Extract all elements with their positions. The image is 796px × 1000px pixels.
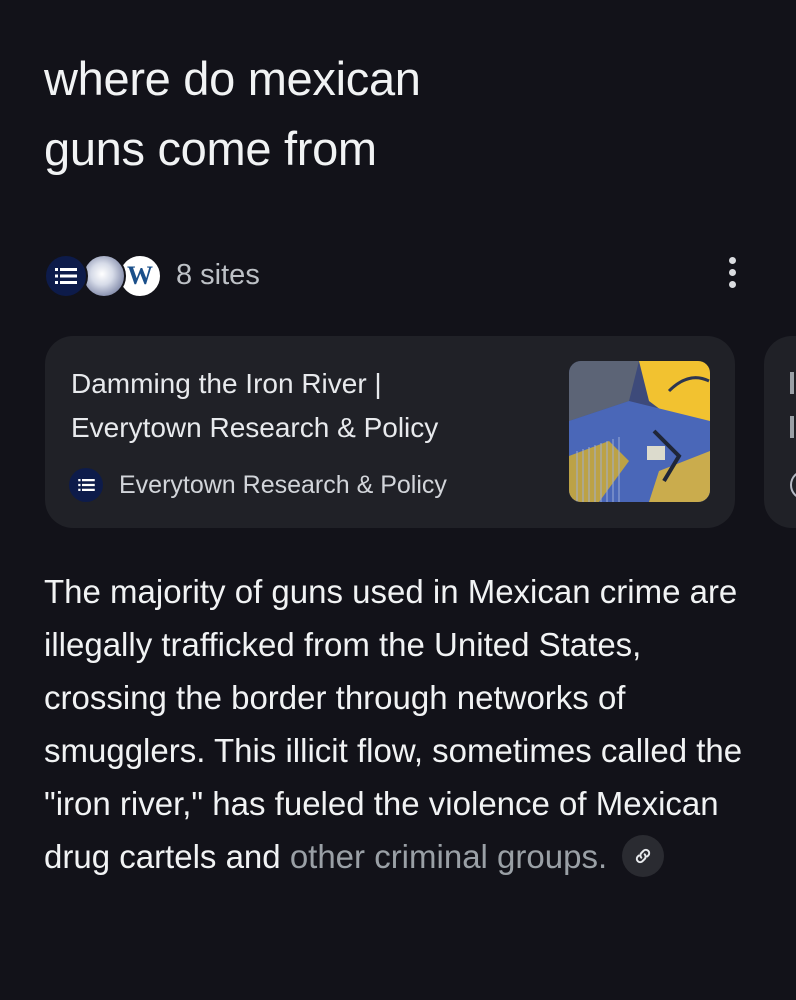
next-card-title-fragment <box>790 416 794 438</box>
answer-faded-text: other criminal groups. <box>289 838 608 875</box>
source-card-publisher-name: Everytown Research & Policy <box>119 470 447 499</box>
more-dot-icon <box>728 268 736 276</box>
source-link-button[interactable] <box>622 835 665 878</box>
answer-main-text: The majority of guns used in Mexican cri… <box>44 573 743 875</box>
link-icon <box>636 849 651 864</box>
more-dot-icon <box>728 256 736 264</box>
source-card-title[interactable]: Damming the Iron River | Everytown Resea… <box>71 362 531 450</box>
next-source-card[interactable] <box>764 336 796 528</box>
more-options-button[interactable] <box>716 252 748 292</box>
source-card-publisher: Everytown Research & Policy <box>69 468 447 502</box>
search-query-heading: where do mexican guns come from <box>44 44 644 184</box>
source-card-thumbnail <box>569 361 710 502</box>
query-line-1: where do mexican <box>44 52 421 105</box>
sources-summary[interactable]: W 8 sites <box>44 251 260 299</box>
source-card-title-line-2: Everytown Research & Policy <box>71 412 439 443</box>
ai-answer-text: The majority of guns used in Mexican cri… <box>44 565 764 883</box>
list-icon <box>44 254 88 298</box>
more-dot-icon <box>728 280 736 288</box>
wikipedia-letter: W <box>127 261 153 290</box>
globe-icon <box>82 254 126 298</box>
sites-count[interactable]: 8 sites <box>176 259 260 292</box>
next-card-title-fragment <box>790 372 794 394</box>
list-icon <box>69 468 103 502</box>
source-card-title-line-1: Damming the Iron River | <box>71 368 382 399</box>
source-card[interactable]: Damming the Iron River | Everytown Resea… <box>45 336 735 528</box>
source-favicons[interactable]: W <box>44 251 164 299</box>
next-card-favicon <box>790 470 796 500</box>
query-line-2: guns come from <box>44 122 377 175</box>
